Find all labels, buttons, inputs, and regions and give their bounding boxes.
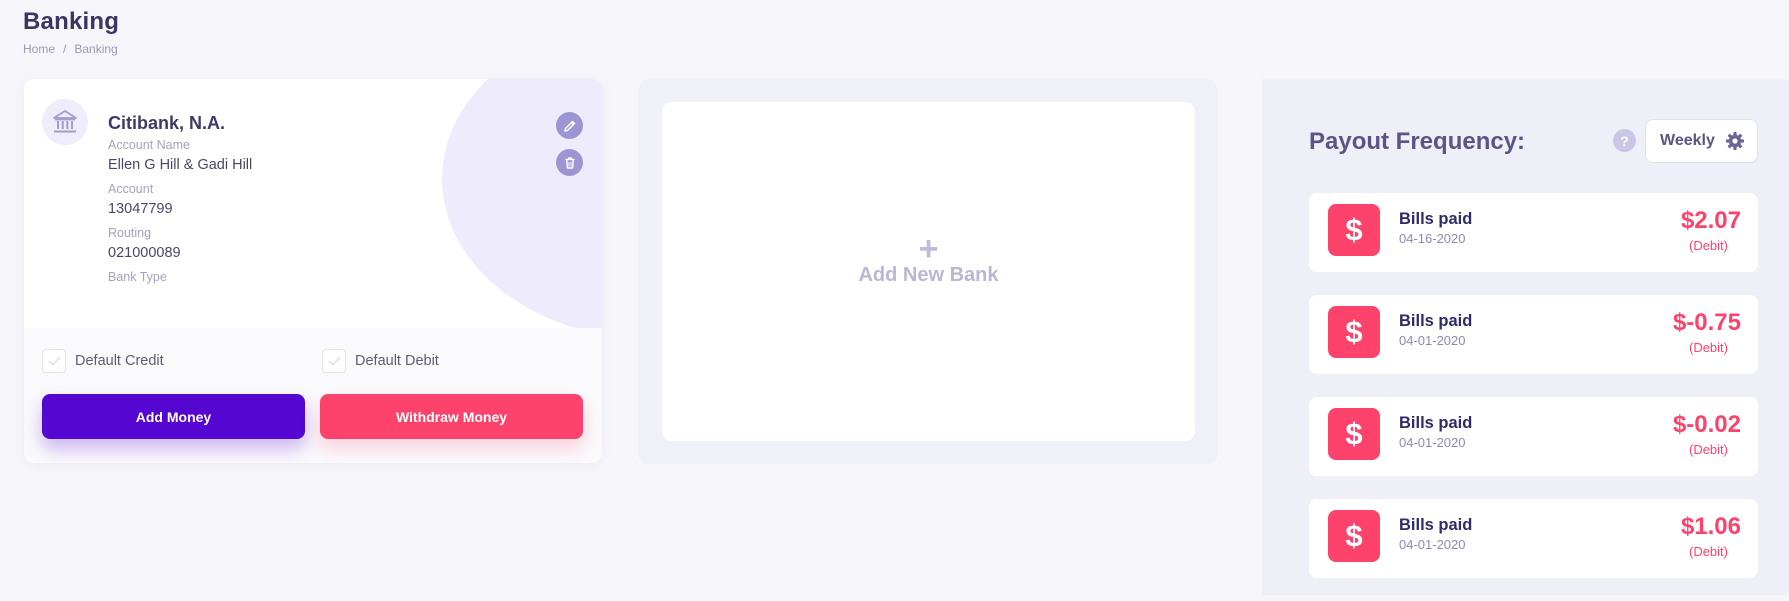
add-money-button[interactable]: Add Money [42, 394, 305, 439]
transaction-date: 04-01-2020 [1399, 537, 1466, 552]
transaction-title: Bills paid [1399, 312, 1473, 330]
dollar-icon: $ [1328, 510, 1380, 562]
transaction-amount: $1.06 [1680, 513, 1741, 540]
transaction-type: (Debit) [1688, 544, 1728, 559]
payout-frequency-title: Payout Frequency: [1309, 128, 1526, 155]
transaction-amount: $-0.02 [1672, 411, 1741, 438]
account-value: 13047799 [108, 201, 173, 217]
default-debit-toggle[interactable]: Default Debit [322, 349, 439, 373]
page-header: Banking Home / Banking [23, 8, 119, 56]
help-icon[interactable]: ? [1613, 129, 1636, 152]
payout-panel: Payout Frequency: ? Weekly $ Bills paid … [1262, 79, 1789, 595]
checkmark-icon [47, 356, 61, 366]
add-bank-panel: + Add New Bank [638, 79, 1218, 464]
routing-label: Routing [108, 226, 152, 240]
transaction-type: (Debit) [1688, 238, 1728, 253]
checkmark-icon [327, 356, 341, 366]
default-debit-label: Default Debit [355, 353, 439, 369]
transaction-title: Bills paid [1399, 414, 1473, 432]
bank-card-footer: Default Credit Default Debit Add Money W… [24, 328, 602, 463]
breadcrumb: Home / Banking [23, 42, 119, 56]
account-label: Account [108, 182, 154, 196]
dollar-icon: $ [1328, 408, 1380, 460]
transaction-title: Bills paid [1399, 210, 1473, 228]
default-credit-toggle[interactable]: Default Credit [42, 349, 164, 373]
bank-name: Citibank, N.A. [108, 113, 226, 133]
transaction-amount: $2.07 [1680, 207, 1741, 234]
transaction-date: 04-16-2020 [1399, 231, 1466, 246]
edit-bank-button[interactable] [556, 112, 583, 139]
bank-avatar [42, 99, 88, 145]
plus-icon: + [918, 230, 939, 268]
bank-type-label: Bank Type [108, 270, 167, 284]
page-title: Banking [23, 8, 120, 35]
transaction-item[interactable]: $ Bills paid 04-16-2020 $2.07 (Debit) [1309, 193, 1758, 272]
frequency-select[interactable]: Weekly [1645, 119, 1758, 163]
delete-bank-button[interactable] [556, 149, 583, 176]
bank-account-card: Citibank, N.A. Account Name Ellen G Hill… [24, 79, 602, 463]
transaction-list: $ Bills paid 04-16-2020 $2.07 (Debit) $ … [1309, 193, 1758, 601]
transaction-type: (Debit) [1688, 340, 1728, 355]
bank-fields: Citibank, N.A. Account Name Ellen G Hill… [108, 113, 252, 289]
breadcrumb-current: Banking [74, 42, 118, 56]
transaction-item[interactable]: $ Bills paid 04-01-2020 $-0.02 (Debit) [1309, 397, 1758, 476]
routing-value: 021000089 [108, 245, 181, 261]
transaction-item[interactable]: $ Bills paid 04-01-2020 $-0.75 (Debit) [1309, 295, 1758, 374]
add-new-bank-button[interactable]: + Add New Bank [662, 102, 1195, 441]
transaction-date: 04-01-2020 [1399, 435, 1466, 450]
add-new-bank-label: Add New Bank [858, 264, 999, 286]
breadcrumb-separator: / [63, 42, 67, 56]
breadcrumb-home[interactable]: Home [23, 42, 55, 56]
dollar-icon: $ [1328, 204, 1380, 256]
transaction-amount: $-0.75 [1672, 309, 1741, 336]
transaction-type: (Debit) [1688, 442, 1728, 457]
account-name-value: Ellen G Hill & Gadi Hill [108, 157, 253, 173]
gear-icon [1726, 132, 1744, 150]
bank-info: Citibank, N.A. Account Name Ellen G Hill… [42, 99, 582, 329]
default-credit-label: Default Credit [75, 353, 164, 369]
transaction-item[interactable]: $ Bills paid 04-01-2020 $1.06 (Debit) [1309, 499, 1758, 578]
account-name-label: Account Name [108, 138, 190, 152]
transaction-date: 04-01-2020 [1399, 333, 1466, 348]
dollar-icon: $ [1328, 306, 1380, 358]
trash-icon [565, 156, 574, 169]
transaction-title: Bills paid [1399, 516, 1473, 534]
bank-icon [53, 110, 77, 133]
withdraw-money-button[interactable]: Withdraw Money [320, 394, 583, 439]
default-credit-checkbox[interactable] [42, 349, 66, 373]
default-debit-checkbox[interactable] [322, 349, 346, 373]
frequency-value: Weekly [1660, 132, 1715, 149]
pencil-icon [563, 120, 575, 132]
